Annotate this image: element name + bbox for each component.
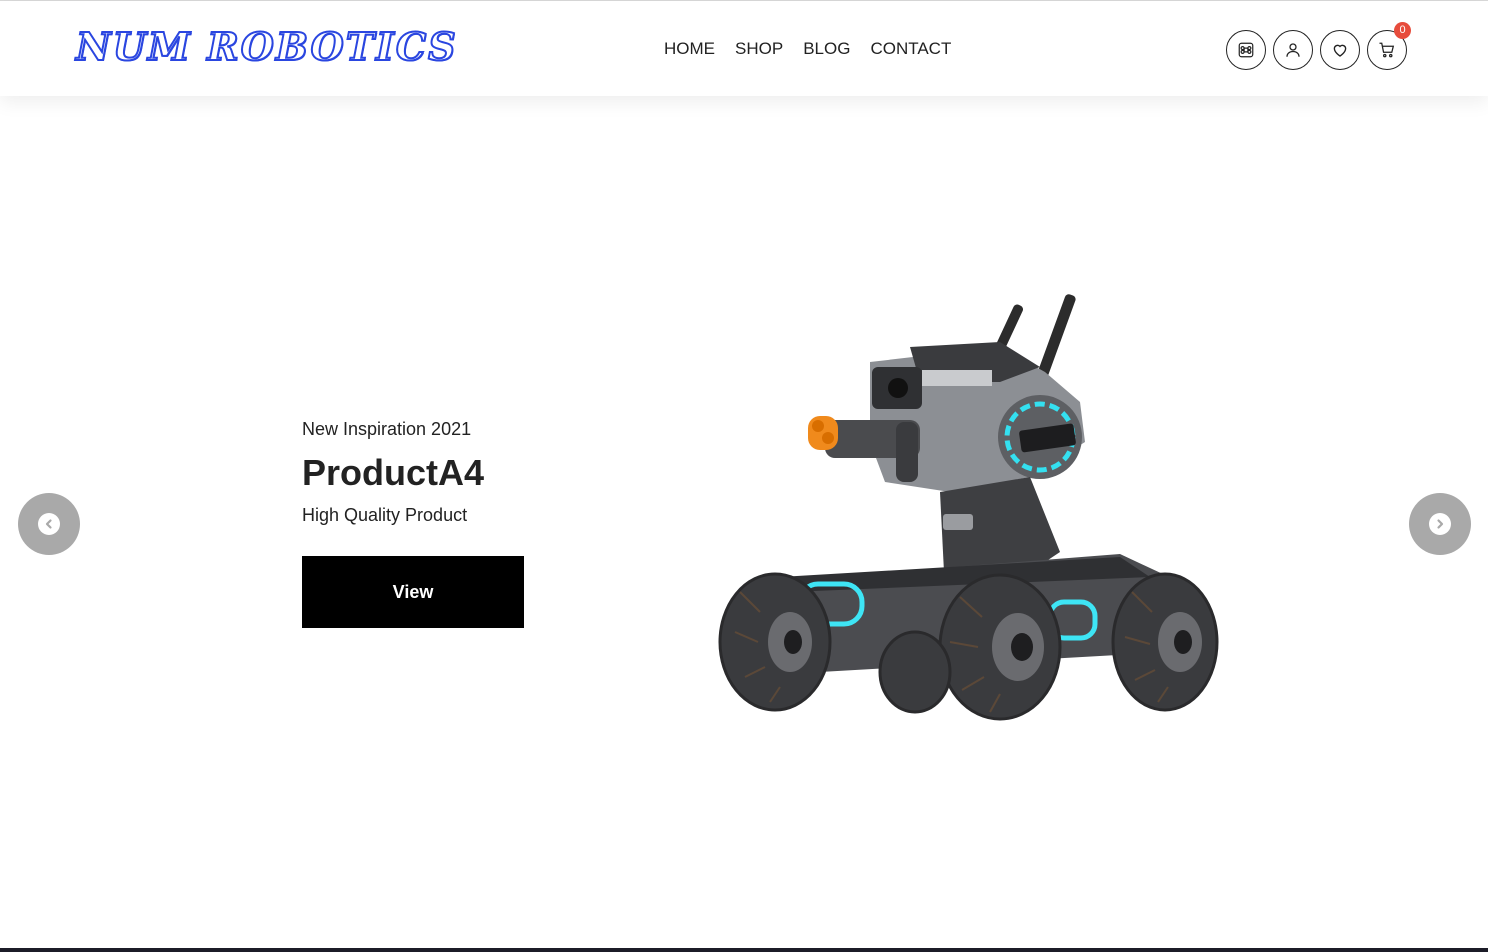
cart-button[interactable]: 0	[1367, 22, 1411, 70]
product-robot-image	[718, 294, 1219, 721]
header-icon-group: 0	[1226, 22, 1411, 70]
bottom-border	[0, 948, 1488, 952]
nav-shop-link[interactable]: SHOP	[735, 39, 783, 59]
hero-slider: New Inspiration 2021 ProductA4 High Qual…	[0, 96, 1488, 948]
nav-home-link[interactable]: HOME	[664, 39, 715, 59]
chevron-left-icon	[45, 519, 52, 529]
main-nav: HOME SHOP BLOG CONTACT	[664, 39, 951, 59]
command-icon	[1238, 42, 1254, 58]
hero-subtitle: High Quality Product	[302, 505, 468, 525]
cart-count-badge: 0	[1394, 22, 1411, 39]
site-header: NUM ROBOTICS HOME SHOP BLOG CONTACT 0	[0, 1, 1488, 96]
command-button[interactable]	[1226, 30, 1266, 70]
user-icon	[1286, 43, 1300, 57]
hero-text: New Inspiration 2021 ProductA4 High Qual…	[302, 418, 484, 526]
slider-prev-button[interactable]	[18, 493, 80, 555]
wishlist-button[interactable]	[1320, 30, 1360, 70]
site-logo[interactable]: NUM ROBOTICS	[75, 24, 458, 70]
hero-eyebrow: New Inspiration 2021	[302, 419, 472, 439]
heart-icon	[1333, 44, 1347, 57]
nav-blog-link[interactable]: BLOG	[803, 39, 850, 59]
nav-contact-link[interactable]: CONTACT	[870, 39, 951, 59]
hero-product-title: ProductA4	[302, 452, 485, 493]
account-button[interactable]	[1273, 30, 1313, 70]
chevron-right-icon	[1437, 519, 1444, 529]
cart-icon	[1379, 42, 1395, 58]
slider-next-button[interactable]	[1409, 493, 1471, 555]
view-product-button[interactable]: View	[302, 556, 524, 628]
